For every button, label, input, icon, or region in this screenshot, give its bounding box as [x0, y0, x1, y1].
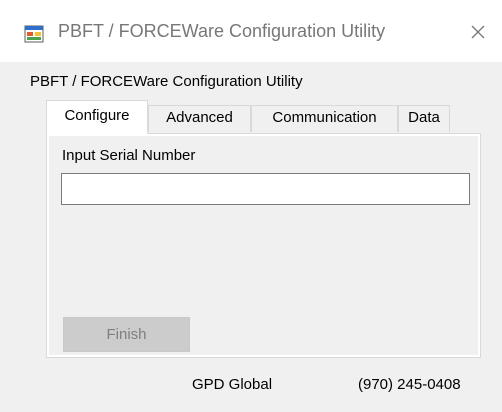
tab-advanced[interactable]: Advanced [148, 105, 251, 132]
serial-number-input[interactable] [61, 173, 470, 205]
company-phone: (970) 245-0408 [358, 376, 461, 393]
configure-panel: Input Serial Number Finish [46, 133, 481, 358]
title-bar[interactable]: PBFT / FORCEWare Configuration Utility [0, 0, 502, 62]
company-name: GPD Global [192, 376, 273, 393]
tab-communication[interactable]: Communication [251, 105, 398, 132]
app-heading: PBFT / FORCEWare Configuration Utility [30, 73, 303, 90]
window-title: PBFT / FORCEWare Configuration Utility [58, 21, 386, 41]
application-window-icon [24, 24, 44, 44]
tab-configure[interactable]: Configure [46, 100, 148, 134]
serial-number-label: Input Serial Number [62, 147, 196, 164]
tab-data[interactable]: Data [398, 105, 450, 132]
finish-button[interactable]: Finish [63, 317, 190, 352]
configure-panel-body: Input Serial Number Finish [49, 136, 478, 355]
close-icon[interactable] [460, 14, 496, 50]
application-window: PBFT / FORCEWare Configuration Utility P… [0, 0, 502, 412]
